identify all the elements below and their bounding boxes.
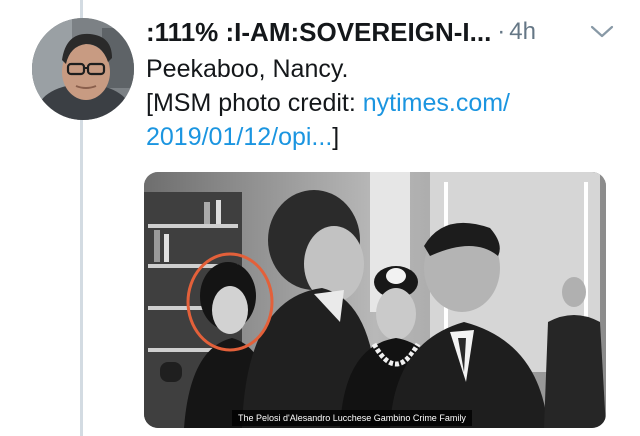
tweet-header: :111% :I-AM:SOVEREIGN-I... · 4h <box>146 16 616 48</box>
photo-credit-prefix: [MSM photo credit: <box>146 89 363 117</box>
avatar[interactable] <box>32 18 134 120</box>
avatar-photo <box>32 18 134 120</box>
timestamp[interactable]: 4h <box>509 18 536 46</box>
tweet-text-line-1: Peekaboo, Nancy. <box>146 55 349 83</box>
tweet-text: Peekaboo, Nancy. [MSM photo credit: nyti… <box>146 52 606 154</box>
photo-credit-suffix: ] <box>332 123 340 151</box>
chevron-down-icon[interactable] <box>588 20 616 44</box>
black-white-photo <box>144 172 606 428</box>
separator-dot: · <box>497 18 506 45</box>
photo-caption: The Pelosi d'Alesandro Lucchese Gambino … <box>232 410 472 426</box>
article-link-part-1[interactable]: nytimes.com/ <box>363 89 510 117</box>
tweet-text-line-2: [MSM photo credit: nytimes.com/ <box>146 86 606 120</box>
media-photo[interactable]: The Pelosi d'Alesandro Lucchese Gambino … <box>144 172 606 428</box>
article-link-part-2[interactable]: 2019/01/12/opi... <box>146 123 332 151</box>
tweet-text-line-3: 2019/01/12/opi...] <box>146 120 606 154</box>
display-name[interactable]: :111% :I-AM:SOVEREIGN-I... <box>146 17 491 48</box>
